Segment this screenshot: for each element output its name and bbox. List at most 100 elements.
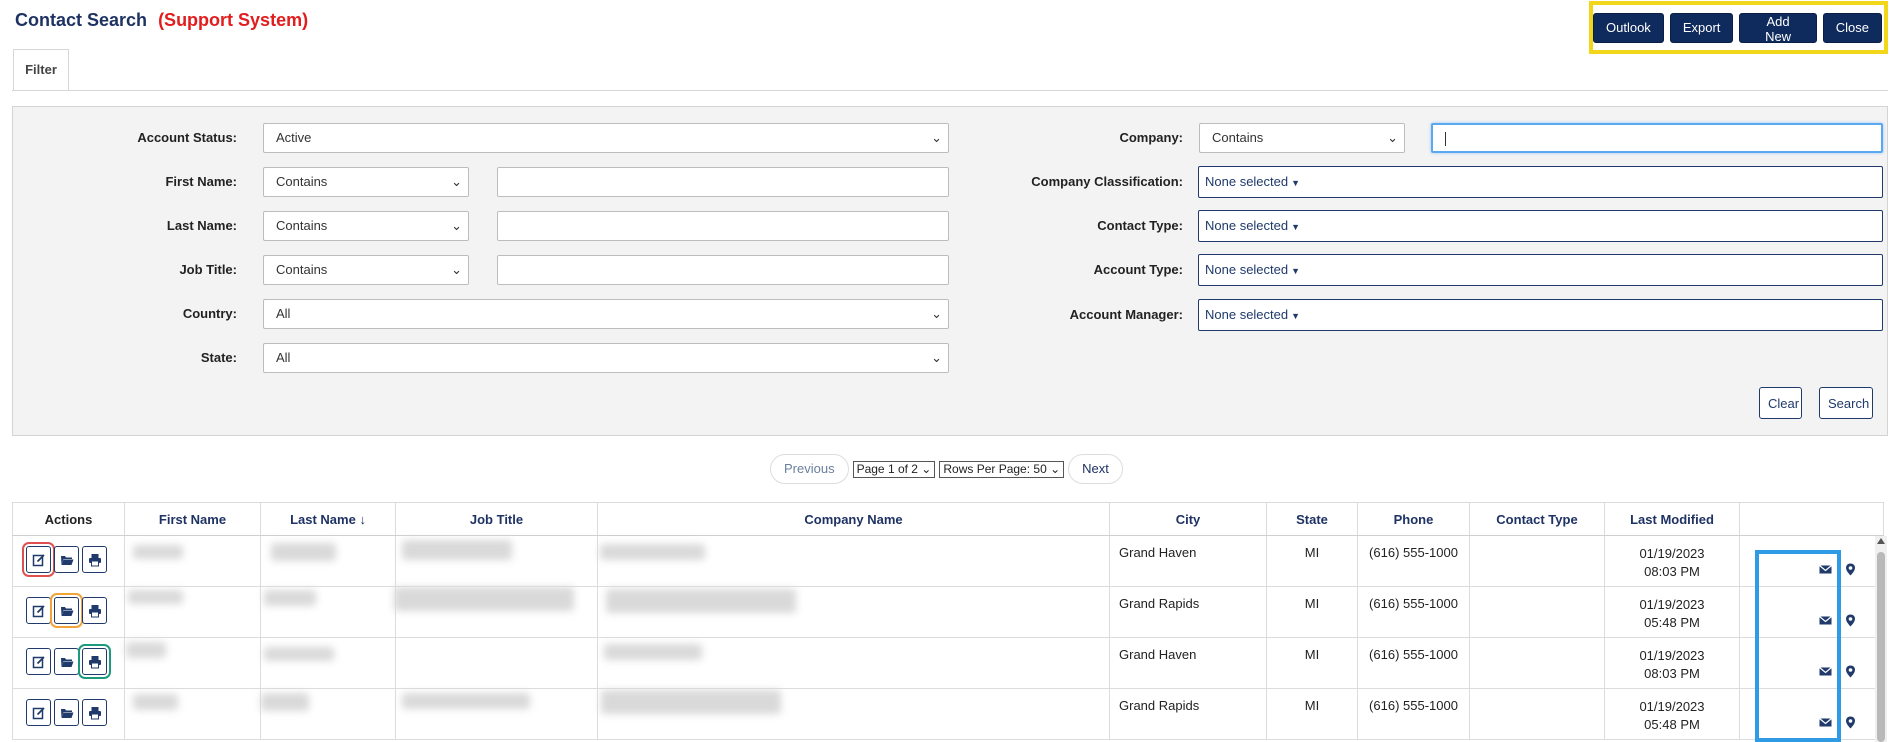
job-title-input[interactable]	[497, 255, 949, 285]
last-modified-cell: 01/19/2023 05:48 PM	[1604, 586, 1740, 638]
open-folder-button[interactable]	[54, 699, 79, 726]
job-title-cell	[395, 637, 598, 689]
envelope-icon[interactable]	[1819, 614, 1832, 627]
edit-button[interactable]	[26, 648, 51, 675]
country-select[interactable]: All ⌄	[263, 299, 949, 329]
job-title-operator-select[interactable]: Contains ⌄	[263, 255, 469, 285]
page-subtitle: (Support System)	[158, 10, 309, 30]
pagination: Previous Page 1 of 2 ⌄ Rows Per Page: 50…	[770, 454, 1123, 484]
account-manager-multiselect[interactable]: None selected ▼	[1198, 299, 1883, 331]
map-pin-icon[interactable]	[1844, 665, 1857, 678]
map-pin-icon[interactable]	[1844, 716, 1857, 729]
edit-button[interactable]	[22, 542, 55, 577]
table-row[interactable]: Grand Rapids MI (616) 555-1000 01/19/202…	[12, 586, 1884, 638]
scroll-up-icon[interactable]	[1877, 538, 1885, 544]
export-button[interactable]: Export	[1669, 12, 1734, 43]
redacted-text	[394, 587, 574, 611]
open-folder-button[interactable]	[54, 648, 79, 675]
last-modified-cell: 01/19/2023 08:03 PM	[1604, 637, 1740, 689]
state-cell: MI	[1266, 586, 1358, 638]
state-value: MI	[1304, 647, 1320, 662]
first-name-cell	[124, 637, 261, 689]
print-button[interactable]	[82, 546, 107, 573]
column-header-last-modified[interactable]: Last Modified	[1604, 502, 1740, 536]
account-type-value: None selected	[1205, 262, 1289, 277]
column-header-state[interactable]: State	[1266, 502, 1358, 536]
folder-open-icon	[60, 657, 73, 667]
account-status-select[interactable]: Active ⌄	[263, 123, 949, 153]
open-folder-button[interactable]	[50, 593, 83, 628]
state-select[interactable]: All ⌄	[263, 343, 949, 373]
open-folder-button[interactable]	[54, 546, 79, 573]
envelope-icon[interactable]	[1819, 716, 1832, 729]
company-operator-select[interactable]: Contains ⌄	[1199, 123, 1405, 153]
contact-type-label: Contact Type:	[1097, 218, 1183, 233]
sort-ascending-icon: ↓	[359, 511, 366, 527]
modified-time: 08:03 PM	[1644, 666, 1700, 681]
contact-type-multiselect[interactable]: None selected ▼	[1198, 210, 1883, 242]
table-scrollbar[interactable]	[1875, 536, 1887, 742]
print-button[interactable]	[78, 644, 111, 679]
first-name-cell	[124, 535, 261, 587]
account-type-multiselect[interactable]: None selected ▼	[1198, 254, 1883, 286]
column-header-last-name[interactable]: Last Name ↓	[260, 502, 396, 536]
rows-per-page-value: Rows Per Page: 50	[943, 461, 1047, 476]
contact-links-cell	[1739, 688, 1884, 740]
redacted-text	[264, 590, 316, 606]
redacted-text	[261, 693, 309, 711]
table-row[interactable]: Grand Haven MI (616) 555-1000 01/19/2023…	[12, 535, 1884, 587]
previous-page-button[interactable]: Previous	[770, 454, 849, 484]
print-icon	[88, 553, 101, 566]
redacted-text	[600, 544, 705, 560]
last-name-operator-value: Contains	[276, 218, 328, 233]
print-button[interactable]	[82, 699, 107, 726]
caret-down-icon: ▼	[1291, 178, 1301, 188]
account-manager-label: Account Manager:	[1069, 307, 1183, 322]
page-select[interactable]: Page 1 of 2 ⌄	[852, 460, 936, 478]
phone-cell: (616) 555-1000	[1357, 688, 1470, 740]
company-classification-multiselect[interactable]: None selected ▼	[1198, 166, 1883, 198]
phone-cell: (616) 555-1000	[1357, 637, 1470, 689]
column-header-first-name[interactable]: First Name	[124, 502, 261, 536]
redacted-text	[402, 693, 530, 709]
first-name-input[interactable]	[497, 167, 949, 197]
state-cell: MI	[1266, 637, 1358, 689]
edit-button[interactable]	[26, 699, 51, 726]
tab-filter[interactable]: Filter	[13, 49, 69, 91]
phone-value: (616) 555-1000	[1369, 545, 1458, 560]
envelope-icon[interactable]	[1819, 563, 1832, 576]
clear-button[interactable]: Clear	[1759, 387, 1802, 419]
table-row[interactable]: Grand Rapids MI (616) 555-1000 01/19/202…	[12, 688, 1884, 740]
close-button[interactable]: Close	[1822, 12, 1882, 43]
last-modified-cell: 01/19/2023 08:03 PM	[1604, 535, 1740, 587]
job-title-cell	[395, 535, 598, 587]
add-new-button[interactable]: Add New	[1739, 12, 1817, 44]
edit-button[interactable]	[26, 597, 51, 624]
tab-divider	[12, 90, 1888, 91]
last-name-input[interactable]	[497, 211, 949, 241]
column-header-job-title[interactable]: Job Title	[395, 502, 598, 536]
caret-down-icon: ▼	[1291, 311, 1301, 321]
chevron-down-icon: ⌄	[451, 174, 462, 189]
last-name-operator-select[interactable]: Contains ⌄	[263, 211, 469, 241]
column-header-phone: Phone	[1357, 502, 1470, 536]
redacted-text	[271, 543, 336, 561]
folder-open-icon	[60, 555, 73, 565]
next-page-button[interactable]: Next	[1068, 454, 1123, 484]
company-input[interactable]	[1431, 123, 1883, 153]
table-row[interactable]: Grand Haven MI (616) 555-1000 01/19/2023…	[12, 637, 1884, 689]
map-pin-icon[interactable]	[1844, 614, 1857, 627]
column-header-company-name[interactable]: Company Name	[597, 502, 1110, 536]
print-button[interactable]	[82, 597, 107, 624]
envelope-icon[interactable]	[1819, 665, 1832, 678]
scrollbar-thumb[interactable]	[1877, 552, 1885, 742]
modified-time: 08:03 PM	[1644, 564, 1700, 579]
city-value: Grand Rapids	[1119, 596, 1200, 611]
first-name-operator-select[interactable]: Contains ⌄	[263, 167, 469, 197]
outlook-button[interactable]: Outlook	[1593, 12, 1664, 43]
column-header-city[interactable]: City	[1109, 502, 1267, 536]
map-pin-icon[interactable]	[1844, 563, 1857, 576]
search-button[interactable]: Search	[1819, 387, 1873, 419]
rows-per-page-select[interactable]: Rows Per Page: 50 ⌄	[939, 460, 1065, 478]
last-name-cell	[260, 637, 396, 689]
